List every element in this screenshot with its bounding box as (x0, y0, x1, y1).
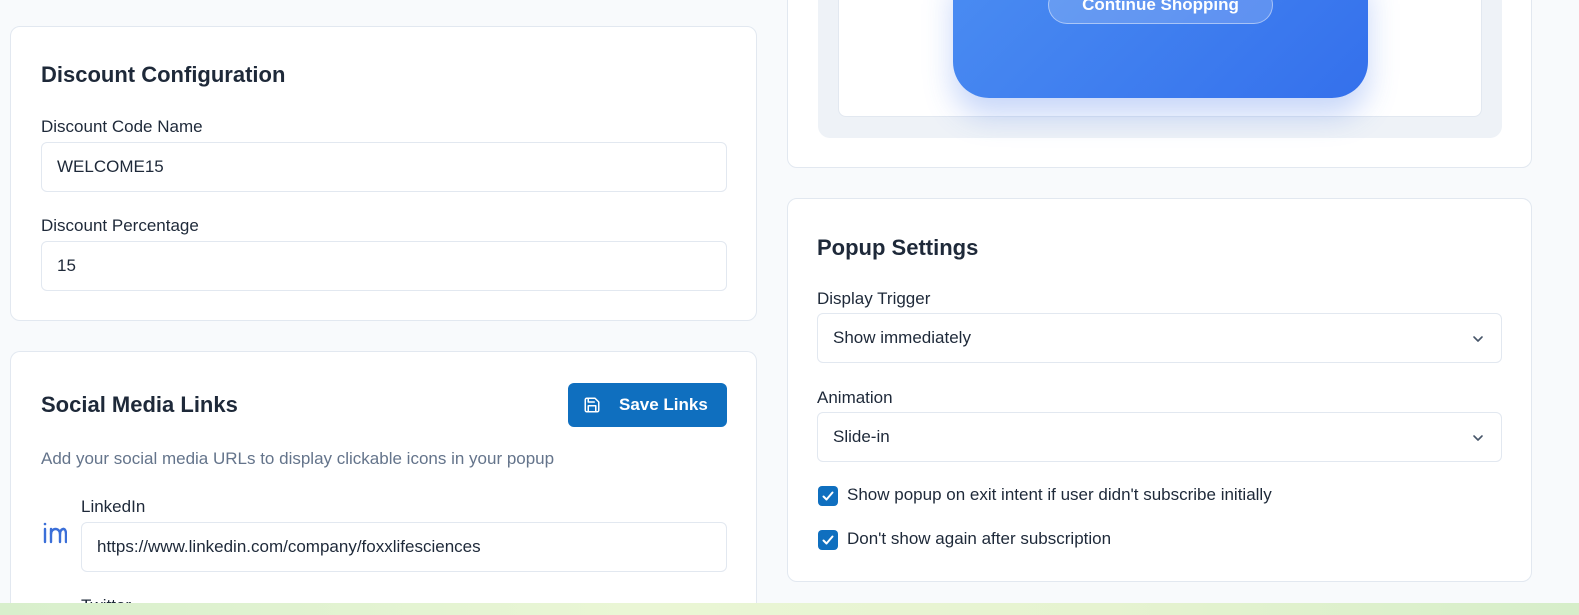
discount-config-title: Discount Configuration (41, 62, 286, 87)
no-repeat-checkbox[interactable] (818, 530, 838, 550)
preview-frame: Continue Shopping (838, 0, 1482, 117)
social-links-card: Social Media Links Save Links Add your s… (10, 351, 757, 615)
discount-percentage-value: 15 (57, 256, 76, 275)
discount-config-card: Discount Configuration Discount Code Nam… (10, 26, 757, 321)
social-links-help: Add your social media URLs to display cl… (41, 449, 555, 468)
page-bottom-strip (0, 603, 1579, 615)
chevron-down-icon (1471, 430, 1485, 444)
linkedin-icon (41, 520, 67, 546)
save-icon (583, 396, 601, 414)
display-trigger-select[interactable]: Show immediately (817, 313, 1502, 363)
exit-intent-label[interactable]: Show popup on exit intent if user didn't… (847, 485, 1272, 505)
chevron-down-icon (1471, 331, 1485, 345)
check-icon (822, 535, 834, 545)
linkedin-url-input[interactable]: https://www.linkedin.com/company/foxxlif… (81, 522, 727, 572)
social-links-title: Social Media Links (41, 392, 238, 417)
save-links-button[interactable]: Save Links (568, 383, 727, 427)
linkedin-label: LinkedIn (81, 497, 146, 516)
discount-percentage-label: Discount Percentage (41, 216, 199, 235)
display-trigger-label: Display Trigger (817, 289, 931, 308)
continue-shopping-label: Continue Shopping (1082, 0, 1239, 14)
popup-preview: Continue Shopping (953, 0, 1368, 98)
discount-code-label: Discount Code Name (41, 117, 203, 136)
preview-area: Continue Shopping (818, 0, 1502, 138)
popup-settings-card: Popup Settings Display Trigger Show imme… (787, 198, 1532, 582)
display-trigger-value: Show immediately (833, 328, 971, 347)
discount-code-input[interactable]: WELCOME15 (41, 142, 727, 192)
check-icon (822, 491, 834, 501)
no-repeat-label[interactable]: Don't show again after subscription (847, 529, 1111, 549)
animation-value: Slide-in (833, 427, 890, 446)
preview-card: Continue Shopping (787, 0, 1532, 168)
continue-shopping-button[interactable]: Continue Shopping (1048, 0, 1273, 24)
save-links-label: Save Links (619, 395, 708, 414)
animation-select[interactable]: Slide-in (817, 412, 1502, 462)
discount-percentage-input[interactable]: 15 (41, 241, 727, 291)
popup-settings-title: Popup Settings (817, 235, 979, 260)
exit-intent-checkbox[interactable] (818, 486, 838, 506)
linkedin-url-value: https://www.linkedin.com/company/foxxlif… (97, 537, 481, 556)
discount-code-value: WELCOME15 (57, 157, 164, 176)
animation-label: Animation (817, 388, 893, 407)
